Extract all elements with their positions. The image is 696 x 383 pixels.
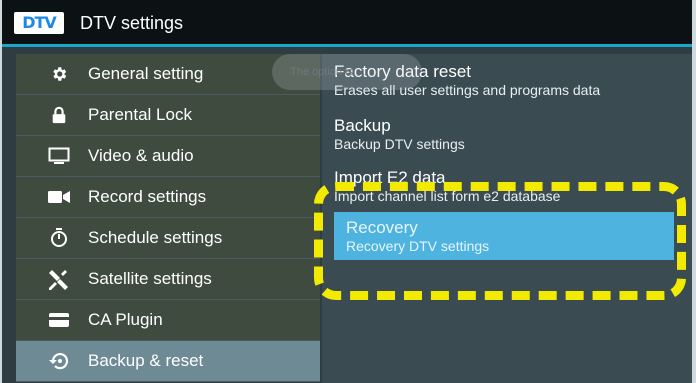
sidebar-item-label: Satellite settings: [88, 269, 212, 288]
sidebar-item-label: CA Plugin: [88, 310, 163, 329]
sidebar-item-satellite-settings[interactable]: Satellite settings: [16, 259, 320, 300]
sidebar-item-label: Video & audio: [88, 146, 194, 165]
lock-icon: [48, 104, 70, 126]
title-bar: DTV DTV settings: [2, 0, 692, 47]
timer-icon: [48, 227, 70, 249]
video-camera-icon: [48, 186, 70, 208]
gear-icon: [48, 63, 70, 85]
sidebar-item-label: Parental Lock: [88, 105, 192, 124]
tv-screen: DTV DTV settings General setting Parenta…: [2, 0, 692, 383]
settings-sidebar: General setting Parental Lock Video & au…: [16, 54, 320, 383]
option-backup[interactable]: Backup Backup DTV settings: [334, 116, 674, 152]
sidebar-item-record-settings[interactable]: Record settings: [16, 177, 320, 218]
sidebar-item-parental-lock[interactable]: Parental Lock: [16, 95, 320, 136]
card-icon: [48, 309, 70, 331]
satellite-icon: [48, 268, 70, 290]
restore-icon: [48, 350, 70, 372]
option-title: Backup: [334, 116, 391, 135]
monitor-icon: [48, 145, 70, 167]
option-subtitle: Backup DTV settings: [334, 136, 465, 152]
sidebar-item-schedule-settings[interactable]: Schedule settings: [16, 218, 320, 259]
highlight-annotation: [314, 182, 686, 300]
toast-message: The option is ...: [272, 54, 422, 90]
sidebar-item-label: Backup & reset: [88, 351, 204, 370]
app-logo: DTV: [14, 12, 64, 34]
sidebar-item-label: Schedule settings: [88, 228, 223, 247]
sidebar-item-backup-reset[interactable]: Backup & reset: [16, 341, 320, 382]
window-title: DTV settings: [80, 13, 184, 33]
sidebar-item-video-audio[interactable]: Video & audio: [16, 136, 320, 177]
sidebar-item-label: General setting: [88, 64, 204, 83]
sidebar-item-ca-plugin[interactable]: CA Plugin: [16, 300, 320, 341]
sidebar-item-label: Record settings: [88, 187, 207, 206]
